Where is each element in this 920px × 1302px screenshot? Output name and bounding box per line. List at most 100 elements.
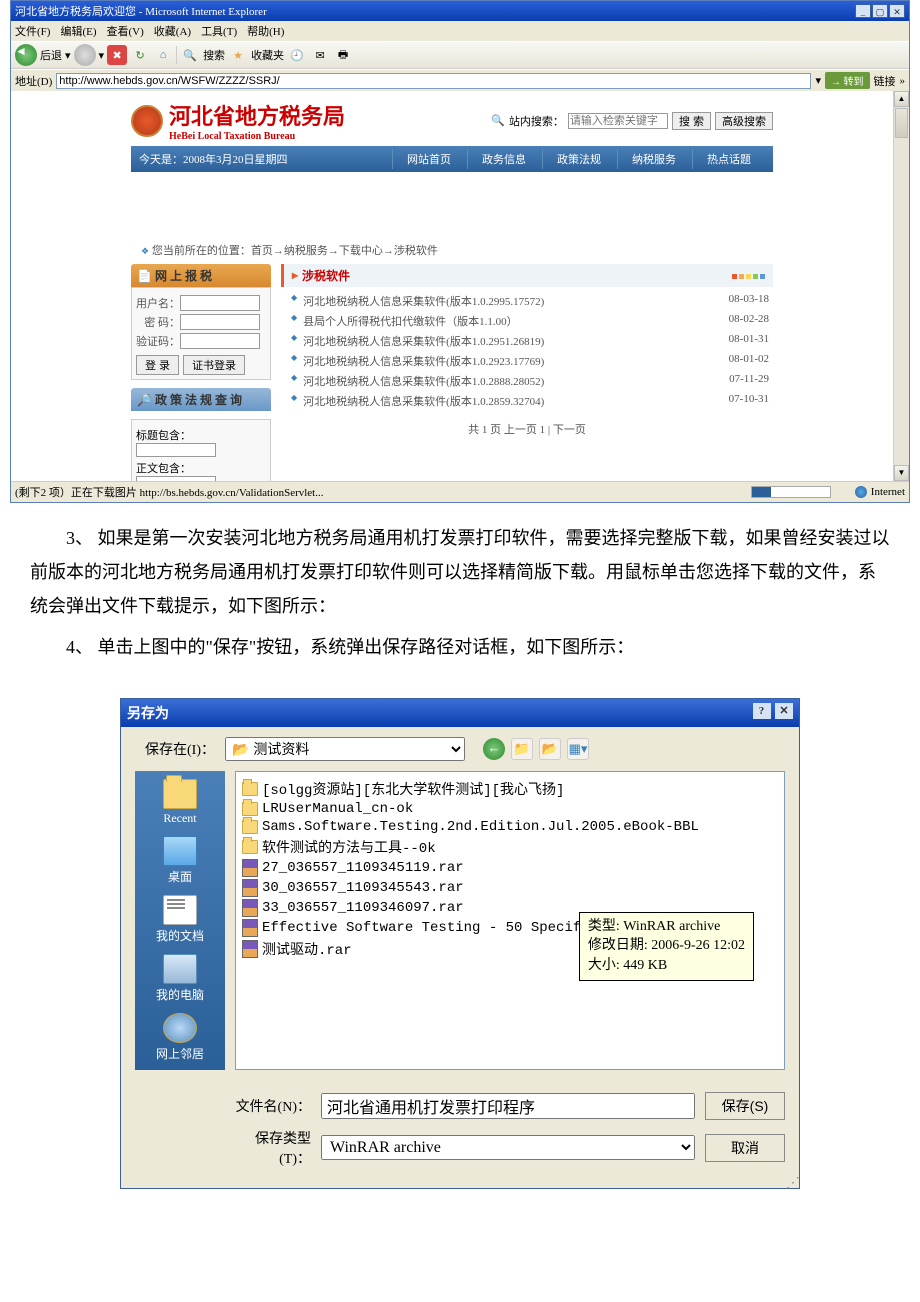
filename-label: 文件名(N)： [231,1096,311,1116]
minimize-button[interactable]: _ [855,4,871,18]
nav-policy[interactable]: 政策法规 [542,149,615,169]
forward-button[interactable] [74,44,96,66]
nav-back-icon[interactable]: ← [483,738,505,760]
fwd-dropdown[interactable]: ▾ [99,49,105,62]
menu-tools[interactable]: 工具(T) [201,23,237,39]
stop-icon[interactable]: ✖ [107,45,127,65]
nav-home[interactable]: 网站首页 [392,149,465,169]
filename-input[interactable] [321,1093,695,1119]
place-desktop[interactable]: 桌面 [163,836,197,885]
main-content: ▸涉税软件 ◆河北地税纳税人信息采集软件(版本1.0.2995.17572)08… [281,264,773,481]
links-label[interactable]: 链接 [874,73,896,89]
file-item[interactable]: LRUserManual_cn-ok [242,800,778,818]
print-icon[interactable]: 🖶 [333,45,353,65]
place-network[interactable]: 网上邻居 [156,1013,204,1062]
menu-help[interactable]: 帮助(H) [247,23,284,39]
menu-view[interactable]: 查看(V) [107,23,144,39]
password-input[interactable] [180,314,260,330]
mail-icon[interactable]: ✉ [310,45,330,65]
advanced-search-button[interactable]: 高级搜索 [715,112,773,130]
back-dropdown[interactable]: ▾ [65,49,71,62]
savein-row: 保存在(I)： 📂 测试资料 ← 📁 📂 ▦▾ [121,727,799,771]
nav-service[interactable]: 纳税服务 [617,149,690,169]
login-panel: 用户名： 密 码： 验证码： 登 录 证书登录 [131,287,271,380]
folder-icon [242,820,258,834]
file-item[interactable]: Sams.Software.Testing.2nd.Edition.Jul.20… [242,818,778,836]
rar-icon [242,899,258,917]
place-recent[interactable]: Recent [163,779,197,826]
status-bar: (剩下2 项）正在下载图片 http://bs.hebds.gov.cn/Val… [11,481,909,502]
filetype-label: 保存类型(T)： [231,1128,311,1168]
help-button[interactable]: ? [753,703,771,719]
site-title-cn: 河北省地方税务局 [169,99,345,131]
section-title: ▸涉税软件 [281,264,773,287]
list-item[interactable]: ◆河北地税纳税人信息采集软件(版本1.0.2995.17572)08-03-18 [281,291,773,311]
resize-grip[interactable]: ⋰ [121,1180,799,1188]
rar-icon [242,879,258,897]
pager[interactable]: 共 1 页 上一页 1 | 下一页 [281,421,773,437]
nav-govinfo[interactable]: 政务信息 [467,149,540,169]
password-label: 密 码： [136,314,180,330]
nav-topics[interactable]: 热点话题 [692,149,765,169]
folder-icon [242,802,258,816]
history-icon[interactable]: 🕘 [287,45,307,65]
list-item[interactable]: ◆河北地税纳税人信息采集软件(版本1.0.2951.26819)08-01-31 [281,331,773,351]
back-button[interactable]: ◄ [15,44,37,66]
list-item[interactable]: ◆河北地税纳税人信息采集软件(版本1.0.2923.17769)08-01-02 [281,351,773,371]
list-item[interactable]: ◆河北地税纳税人信息采集软件(版本1.0.2859.32704)07-10-31 [281,391,773,411]
file-item[interactable]: 30_036557_1109345543.rar [242,878,778,898]
title-contains-input[interactable] [136,443,216,457]
logo-icon [131,105,163,137]
rar-icon [242,859,258,877]
window-title: 河北省地方税务局欢迎您 - Microsoft Internet Explore… [15,3,267,19]
file-item[interactable]: 软件测试的方法与工具--0k [242,836,778,858]
scroll-thumb[interactable] [895,108,908,138]
scrollbar[interactable]: ▲ ▼ [893,91,909,481]
menu-edit[interactable]: 编辑(E) [60,23,96,39]
login-button[interactable]: 登 录 [136,355,179,375]
progress-bar [751,486,831,498]
filetype-select[interactable]: WinRAR archive [321,1135,695,1160]
home-icon[interactable]: ⌂ [153,45,173,65]
list-item[interactable]: ◆河北地税纳税人信息采集软件(版本1.0.2888.28052)07-11-29 [281,371,773,391]
file-item[interactable]: 27_036557_1109345119.rar [242,858,778,878]
search-label: 站内搜索： [509,113,564,129]
date-text: 今天是：2008年3月20日星期四 [139,151,288,167]
scroll-down-icon[interactable]: ▼ [894,465,909,481]
cancel-button[interactable]: 取消 [705,1134,785,1162]
close-button[interactable]: ✕ [889,4,905,18]
username-input[interactable] [180,295,260,311]
site-search: 🔍 站内搜索： 搜 索 高级搜索 [491,112,773,130]
search-input[interactable] [568,113,668,129]
menu-file[interactable]: 文件(F) [15,23,50,39]
save-button[interactable]: 保存(S) [705,1092,785,1120]
file-list[interactable]: [solgg资源站][东北大学软件测试][我心飞扬] LRUserManual_… [235,771,785,1070]
go-button[interactable]: → 转到 [825,72,870,89]
new-folder-icon[interactable]: 📂 [539,738,561,760]
search-button[interactable]: 搜 索 [672,112,711,130]
captcha-label: 验证码： [136,333,180,349]
captcha-input[interactable] [180,333,260,349]
more-icon[interactable] [730,268,765,283]
list-item[interactable]: ◆县局个人所得税代扣代缴软件（版本1.1.00）08-02-28 [281,311,773,331]
maximize-button[interactable]: ▢ [872,4,888,18]
address-dropdown[interactable]: ▾ [815,74,821,87]
address-input[interactable] [56,73,811,89]
place-computer[interactable]: 我的电脑 [156,954,204,1003]
up-folder-icon[interactable]: 📁 [511,738,533,760]
place-documents[interactable]: 我的文档 [156,895,204,944]
body-contains-input[interactable] [136,476,216,481]
cert-login-button[interactable]: 证书登录 [183,355,245,375]
ie-toolbar: ◄ 后退▾ ▾ ✖ ↻ ⌂ 🔍 搜索 ★ 收藏夹 🕘 ✉ 🖶 [11,41,909,69]
scroll-up-icon[interactable]: ▲ [894,91,909,107]
ie-titlebar: 河北省地方税务局欢迎您 - Microsoft Internet Explore… [11,1,909,21]
view-menu-icon[interactable]: ▦▾ [567,738,589,760]
search-icon[interactable]: 🔍 [180,45,200,65]
file-item[interactable]: [solgg资源站][东北大学软件测试][我心飞扬] [242,778,778,800]
magnifier-icon: 🔍 [491,114,505,127]
dialog-close-button[interactable]: ✕ [775,703,793,719]
menu-favorites[interactable]: 收藏(A) [154,23,191,39]
savein-select[interactable]: 📂 测试资料 [225,737,465,761]
favorites-icon[interactable]: ★ [228,45,248,65]
refresh-icon[interactable]: ↻ [130,45,150,65]
